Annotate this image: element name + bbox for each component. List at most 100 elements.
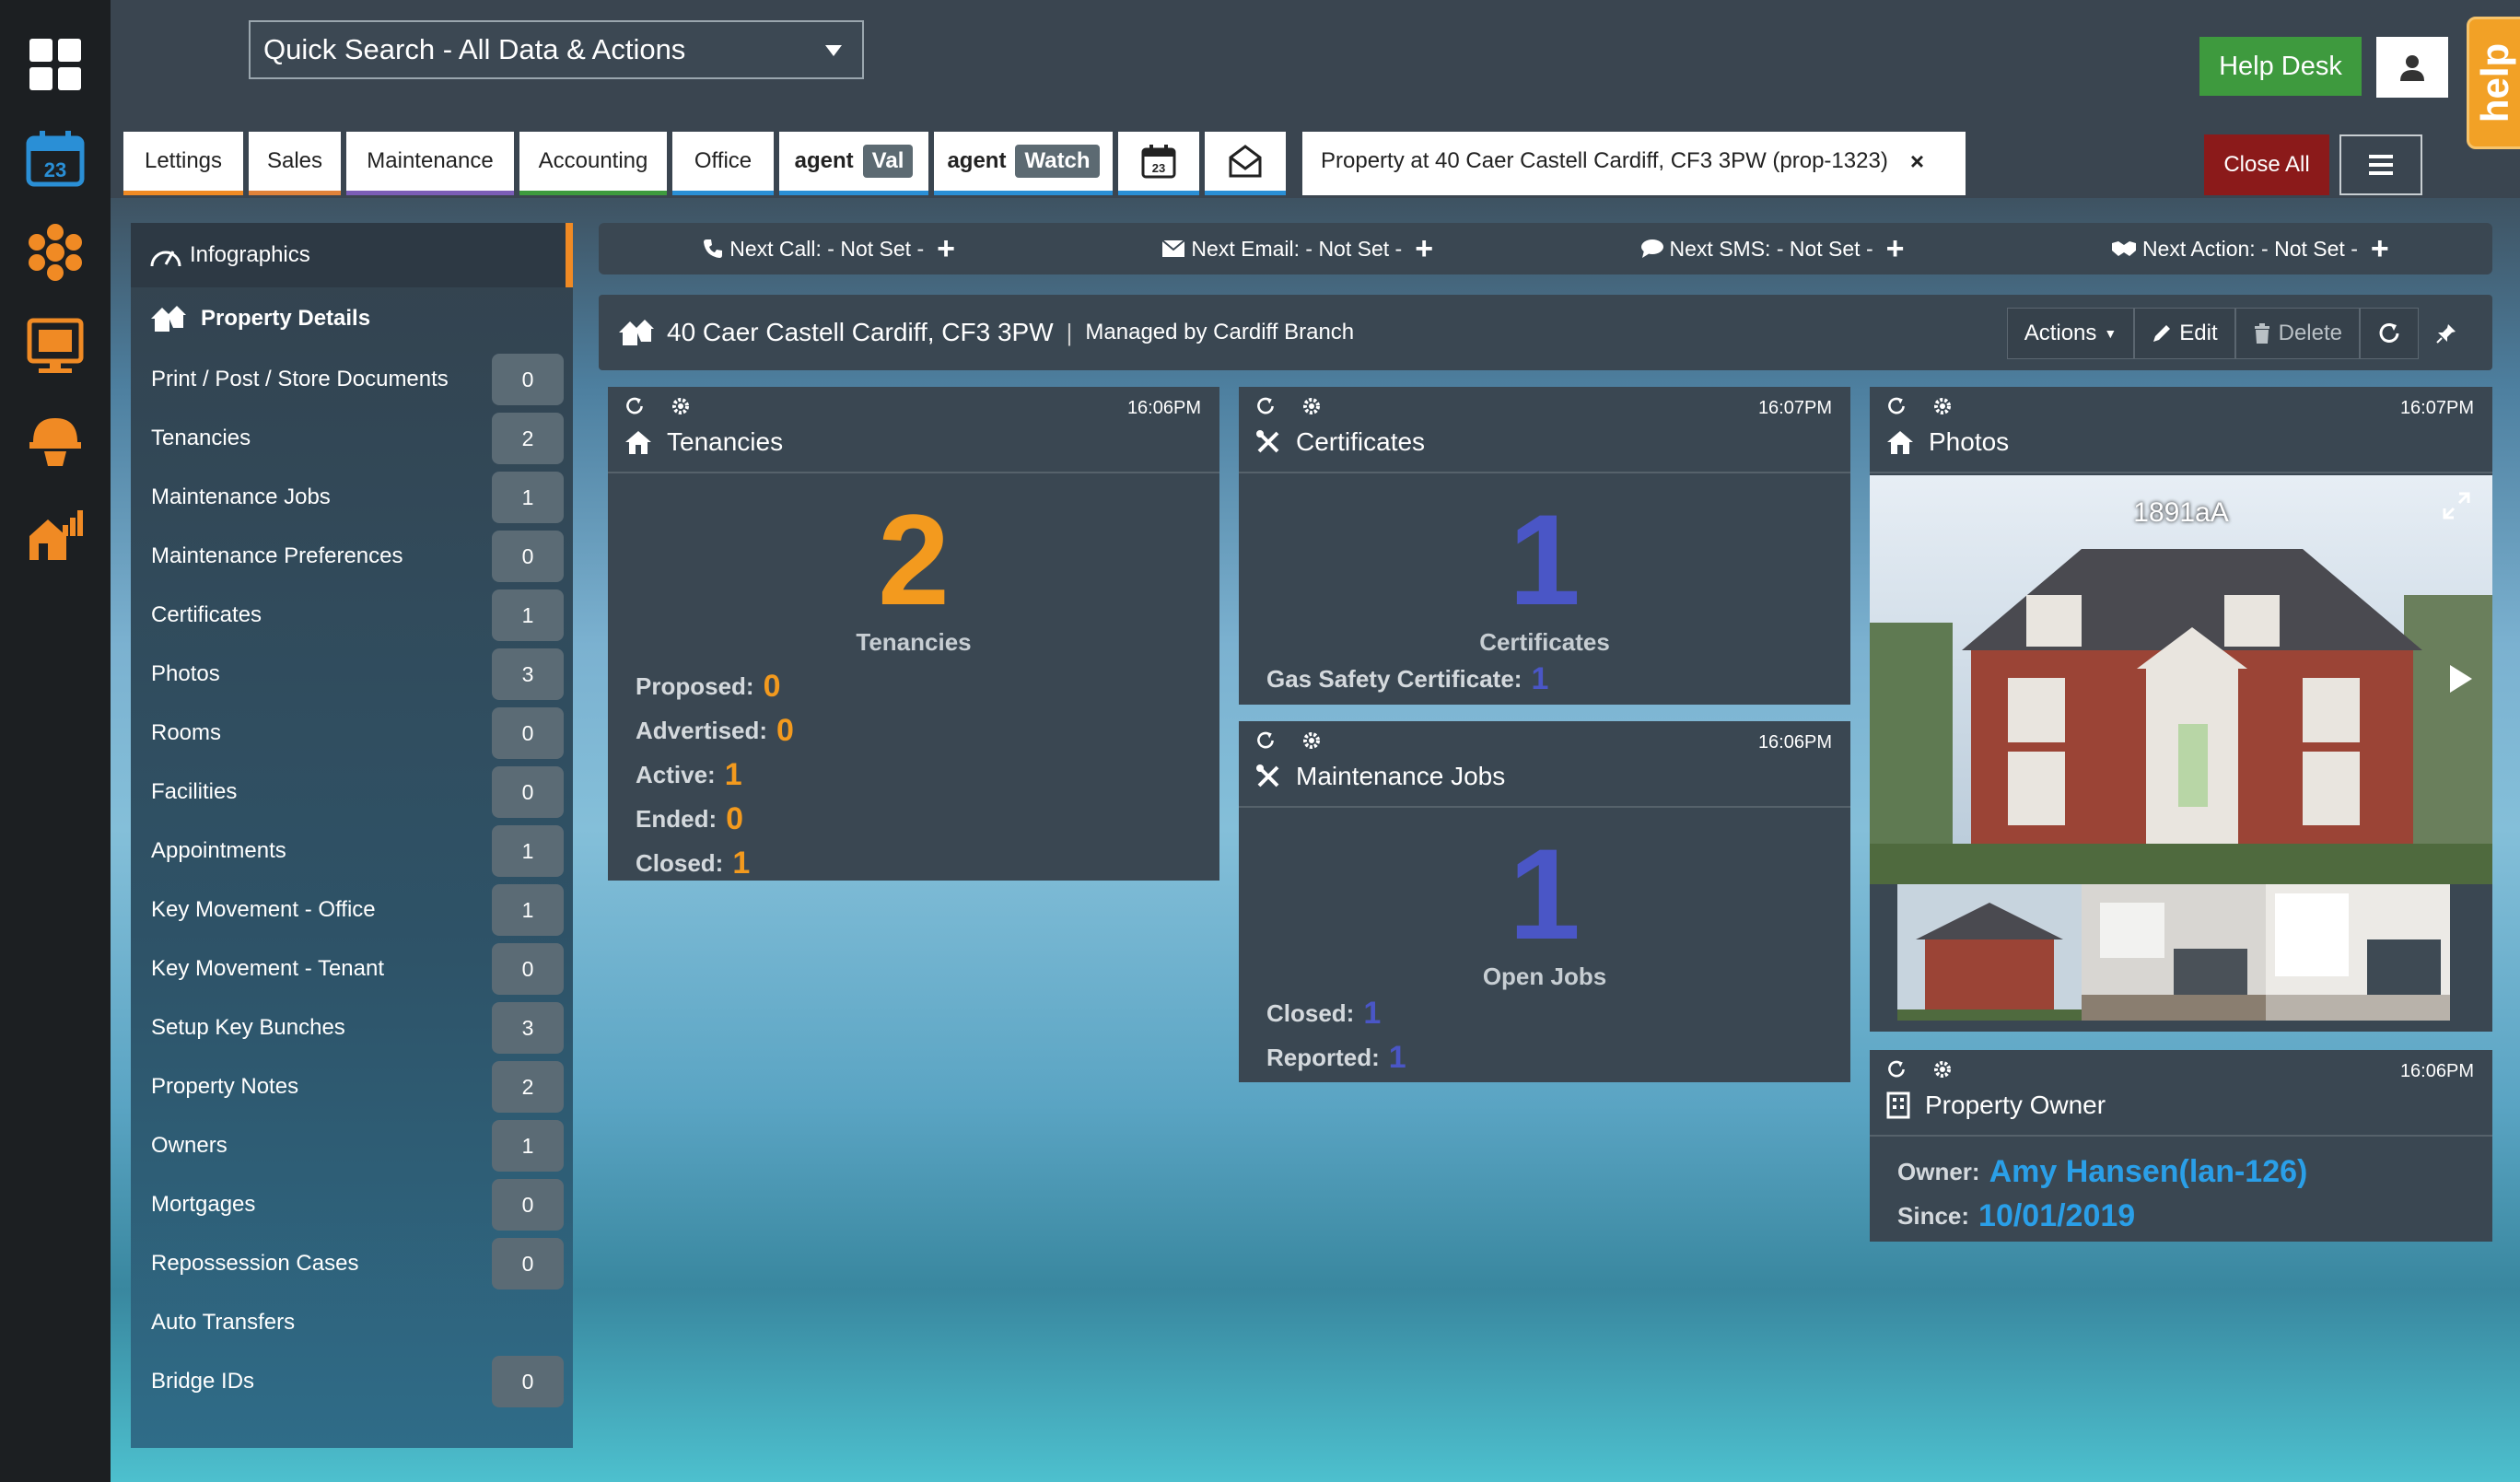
gear-icon[interactable] — [1932, 1059, 1953, 1079]
maintenance-count[interactable]: 1 — [1239, 830, 1850, 959]
photo-thumbnail[interactable] — [2082, 884, 2266, 1021]
owner-link[interactable]: Amy Hansen(lan-126) — [1989, 1154, 2308, 1190]
photo-thumbnail[interactable] — [1897, 884, 2082, 1021]
close-tab-icon[interactable]: × — [1910, 147, 1924, 176]
icon-rail: 23 — [0, 0, 111, 1482]
next-sms[interactable]: Next SMS: - Not Set - + — [1640, 231, 1905, 267]
tab-agent-val[interactable]: agent Val — [779, 132, 928, 195]
photos-card: 16:07PM Photos 1891aA — [1870, 387, 2492, 1032]
sidebar-item-setup-key-bunches[interactable]: Setup Key Bunches 3 — [131, 998, 573, 1057]
card-timestamp: 16:06PM — [1126, 398, 1201, 418]
photo-thumbnail[interactable] — [2266, 884, 2450, 1021]
sidebar-item-facilities[interactable]: Facilities 0 — [131, 763, 573, 822]
add-sms-icon[interactable]: + — [1886, 231, 1905, 267]
sidebar-item-label: Appointments — [151, 838, 286, 863]
sidebar-item-auto-transfers[interactable]: Auto Transfers — [131, 1293, 573, 1352]
sidebar-item-label: Maintenance Preferences — [151, 543, 403, 568]
tenancy-proposed[interactable]: Proposed: 0 — [636, 664, 1219, 708]
photo-viewer: 1891aA — [1870, 475, 2492, 1032]
add-email-icon[interactable]: + — [1415, 231, 1433, 267]
sidebar-item-key-movement-office[interactable]: Key Movement - Office 1 — [131, 881, 573, 939]
user-button[interactable] — [2376, 37, 2448, 98]
tab-office[interactable]: Office — [672, 132, 774, 195]
house-photo[interactable] — [1870, 475, 2492, 884]
property-sidebar: Infographics Property Details Print / Po… — [131, 223, 573, 1448]
refresh-button[interactable] — [2360, 308, 2419, 359]
quick-search[interactable]: Quick Search - All Data & Actions — [249, 20, 864, 79]
sidebar-infographics[interactable]: Infographics — [131, 223, 573, 287]
sidebar-item-maintenance-jobs[interactable]: Maintenance Jobs 1 — [131, 468, 573, 527]
row-value: 1 — [724, 756, 742, 792]
tab-mail[interactable] — [1205, 132, 1286, 195]
refresh-icon[interactable] — [1886, 396, 1907, 416]
next-call[interactable]: Next Call: - Not Set - + — [702, 231, 955, 267]
sidebar-item-key-movement-tenant[interactable]: Key Movement - Tenant 0 — [131, 939, 573, 998]
help-desk-button[interactable]: Help Desk — [2199, 37, 2362, 96]
sidebar-item-property-notes[interactable]: Property Notes 2 — [131, 1057, 573, 1116]
card-title: Tenancies — [624, 427, 783, 457]
row-label: Ended: — [636, 804, 718, 833]
sidebar-item-owners[interactable]: Owners 1 — [131, 1116, 573, 1175]
add-action-icon[interactable]: + — [2371, 231, 2389, 267]
next-action-label: Next Action: - Not Set - — [2141, 236, 2358, 261]
next-email[interactable]: Next Email: - Not Set - + — [1161, 231, 1433, 267]
expand-icon[interactable] — [2443, 492, 2470, 519]
worker-helmet-icon[interactable] — [22, 407, 88, 473]
help-tab[interactable]: help — [2467, 17, 2520, 149]
actions-dropdown[interactable]: Actions ▼ — [2006, 308, 2135, 359]
invoice-icon[interactable] — [22, 313, 88, 379]
tenancies-count[interactable]: 2 — [608, 496, 1219, 624]
tab-sales[interactable]: Sales — [249, 132, 341, 195]
gear-icon[interactable] — [1301, 396, 1322, 416]
certificates-count[interactable]: 1 — [1239, 496, 1850, 624]
gas-safety-certificate[interactable]: Gas Safety Certificate: 1 — [1266, 657, 1850, 701]
sidebar-item-tenancies[interactable]: Tenancies 2 — [131, 409, 573, 468]
tab-property-document[interactable]: Property at 40 Caer Castell Cardiff, CF3… — [1302, 132, 1966, 195]
count-badge: 1 — [492, 1120, 564, 1172]
gear-icon[interactable] — [671, 396, 691, 416]
tenancy-closed[interactable]: Closed: 1 — [636, 841, 1219, 885]
delete-button[interactable]: Delete — [2234, 308, 2360, 359]
dashboard-grid-icon[interactable] — [22, 31, 88, 98]
property-chart-icon[interactable] — [22, 501, 88, 567]
sidebar-item-mortgages[interactable]: Mortgages 0 — [131, 1175, 573, 1234]
next-photo-icon[interactable] — [2448, 663, 2474, 694]
sidebar-item-photos[interactable]: Photos 3 — [131, 645, 573, 704]
tab-maintenance[interactable]: Maintenance — [346, 132, 514, 195]
refresh-icon[interactable] — [1886, 1059, 1907, 1079]
tenancy-advertised[interactable]: Advertised: 0 — [636, 708, 1219, 753]
tenancy-ended[interactable]: Ended: 0 — [636, 797, 1219, 841]
edit-button[interactable]: Edit — [2134, 308, 2235, 359]
tab-agent-watch[interactable]: agent Watch — [934, 132, 1113, 195]
add-call-icon[interactable]: + — [937, 231, 955, 267]
tab-calendar[interactable]: 23 — [1118, 132, 1199, 195]
calendar-icon[interactable]: 23 — [22, 125, 88, 192]
honeycomb-icon[interactable] — [22, 219, 88, 286]
maintenance-reported[interactable]: Reported: 1 — [1266, 1035, 1850, 1079]
sidebar-property-details[interactable]: Property Details — [131, 287, 573, 350]
gear-icon[interactable] — [1932, 396, 1953, 416]
menu-button[interactable] — [2339, 134, 2422, 195]
gear-icon[interactable] — [1301, 730, 1322, 751]
tab-accounting[interactable]: Accounting — [519, 132, 667, 195]
agent-label: agent — [947, 148, 1007, 173]
pin-button[interactable] — [2419, 308, 2474, 359]
card-title-text: Certificates — [1296, 427, 1426, 456]
sidebar-item-maintenance-preferences[interactable]: Maintenance Preferences 0 — [131, 527, 573, 586]
sidebar-item-bridge-ids[interactable]: Bridge IDs 0 — [131, 1352, 573, 1411]
row-label: Closed: — [636, 848, 724, 877]
close-all-button[interactable]: Close All — [2204, 134, 2329, 195]
refresh-icon[interactable] — [1255, 396, 1276, 416]
sidebar-item-repossession-cases[interactable]: Repossession Cases 0 — [131, 1234, 573, 1293]
sidebar-item-documents[interactable]: Print / Post / Store Documents 0 — [131, 350, 573, 409]
sidebar-item-certificates[interactable]: Certificates 1 — [131, 586, 573, 645]
row-value: 0 — [776, 712, 794, 748]
sidebar-item-rooms[interactable]: Rooms 0 — [131, 704, 573, 763]
next-action[interactable]: Next Action: - Not Set - + — [2111, 231, 2389, 267]
refresh-icon[interactable] — [624, 396, 645, 416]
tenancy-active[interactable]: Active: 1 — [636, 753, 1219, 797]
maintenance-closed[interactable]: Closed: 1 — [1266, 991, 1850, 1035]
sidebar-item-appointments[interactable]: Appointments 1 — [131, 822, 573, 881]
tab-lettings[interactable]: Lettings — [123, 132, 243, 195]
refresh-icon[interactable] — [1255, 730, 1276, 751]
